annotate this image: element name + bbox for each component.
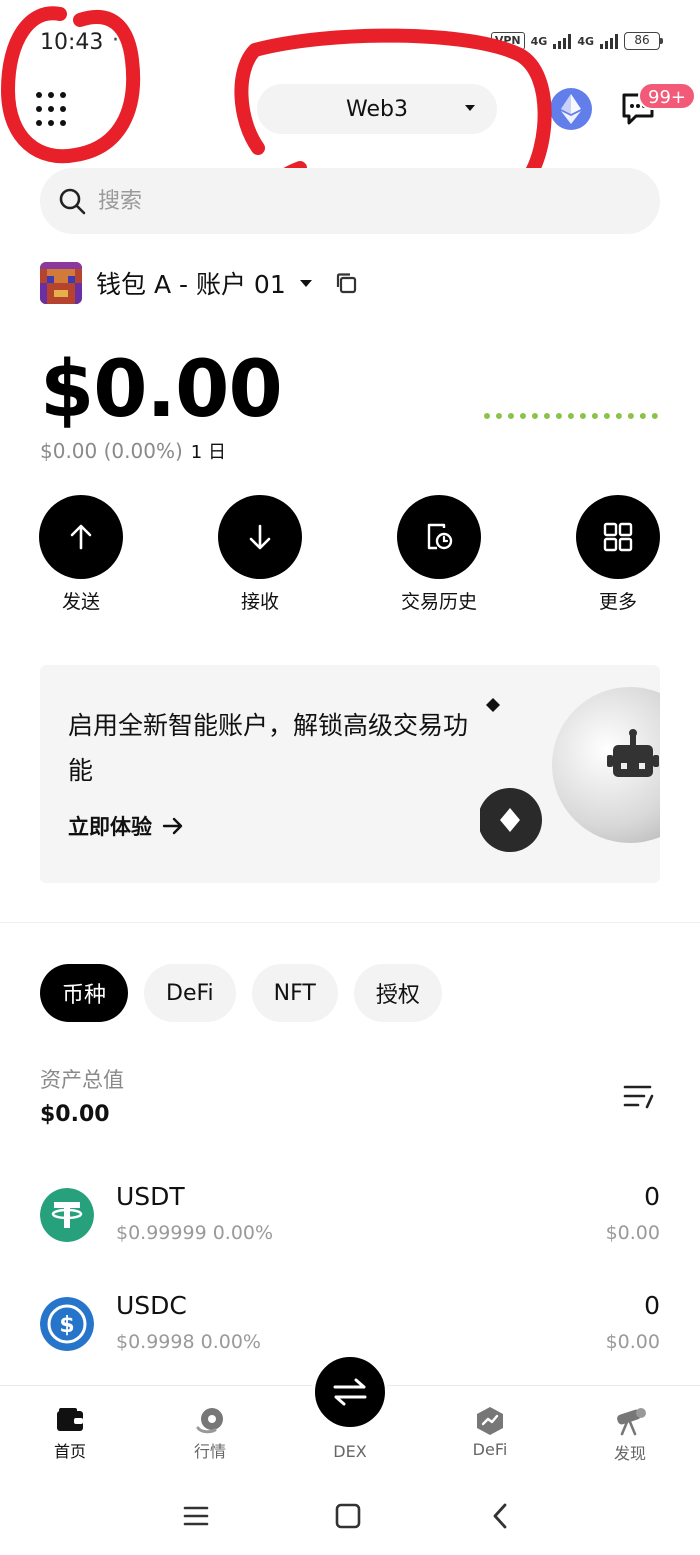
- status-indicators: VPN 4G 4G 86: [490, 32, 663, 50]
- network-label: Web3: [346, 96, 408, 122]
- receive-label: 接收: [240, 591, 279, 613]
- token-quantity: 0: [644, 1182, 660, 1211]
- recent-apps-button[interactable]: [166, 1498, 226, 1534]
- token-value: $0.00: [605, 1222, 660, 1244]
- tab-nft[interactable]: NFT: [251, 964, 338, 1022]
- arrow-right-icon: [162, 817, 183, 835]
- nav-defi-label: DeFi: [472, 1440, 508, 1459]
- promo-link-label: 立即体验: [68, 815, 152, 839]
- status-more-dots: ···: [112, 28, 136, 53]
- token-symbol: USDC: [116, 1291, 187, 1320]
- telescope-icon: [617, 1408, 646, 1436]
- ethereum-icon[interactable]: [550, 88, 592, 130]
- signal-icon: [600, 33, 618, 49]
- caret-down-icon: [465, 105, 475, 111]
- balance-sparkline: [484, 413, 658, 419]
- nav-market[interactable]: 行情: [160, 1406, 260, 1462]
- nav-market-label: 行情: [193, 1442, 226, 1461]
- menu-lines-icon: [183, 1506, 209, 1526]
- list-item[interactable]: $ USDC $0.9998 0.00% 0 $0.00: [40, 1291, 660, 1361]
- vpn-badge: VPN: [490, 32, 525, 50]
- nav-dex-label: DEX: [333, 1442, 367, 1461]
- swap-icon: [333, 1378, 367, 1406]
- network-type-1: 4G: [530, 34, 548, 48]
- back-system-button[interactable]: [470, 1498, 530, 1534]
- total-assets-value: $0.00: [40, 1102, 110, 1127]
- section-divider: [0, 922, 700, 923]
- usdt-logo-icon: [40, 1188, 94, 1242]
- token-price-change: $0.99999 0.00%: [116, 1222, 274, 1244]
- usdc-logo-icon: $: [40, 1297, 94, 1351]
- history-button[interactable]: 交易历史: [379, 495, 499, 614]
- account-selector[interactable]: 钱包 A - 账户 01: [40, 262, 358, 304]
- grid-icon: [603, 522, 633, 552]
- balance-change: $0.00 (0.00%) 1 日: [40, 438, 226, 464]
- network-switcher[interactable]: Web3: [257, 84, 497, 134]
- total-balance: $0.00: [40, 345, 283, 435]
- nav-discover-label: 发现: [613, 1444, 646, 1463]
- battery-icon: 86: [624, 32, 663, 50]
- home-system-button[interactable]: [318, 1498, 378, 1534]
- apps-grid-icon[interactable]: [32, 88, 76, 132]
- quick-actions: 发送 接收 交易历史 更多: [0, 495, 700, 625]
- copy-icon[interactable]: [334, 271, 358, 295]
- network-type-2: 4G: [577, 34, 594, 48]
- nav-discover[interactable]: 发现: [580, 1406, 680, 1464]
- list-item[interactable]: USDT $0.99999 0.00% 0 $0.00: [40, 1182, 660, 1252]
- caret-down-icon: [299, 279, 312, 287]
- search-bar[interactable]: [40, 168, 660, 234]
- arrow-down-icon: [249, 524, 271, 550]
- send-label: 发送: [61, 591, 100, 613]
- nav-home[interactable]: 首页: [20, 1406, 120, 1462]
- send-button[interactable]: 发送: [21, 495, 141, 614]
- asset-tabs: 币种 DeFi NFT 授权: [40, 964, 442, 1022]
- token-price-change: $0.9998 0.00%: [116, 1331, 261, 1353]
- history-icon: [427, 523, 453, 550]
- market-icon: [196, 1408, 223, 1434]
- notification-badge: 99+: [638, 82, 696, 110]
- svg-text:$: $: [59, 1313, 74, 1338]
- token-quantity: 0: [644, 1291, 660, 1320]
- balance-change-value: $0.00 (0.00%): [40, 439, 183, 463]
- avatar: [40, 262, 82, 304]
- more-label: 更多: [598, 591, 637, 613]
- promo-text: 启用全新智能账户，解锁高级交易功能: [68, 711, 469, 785]
- token-value: $0.00: [605, 1331, 660, 1353]
- tab-approvals[interactable]: 授权: [353, 964, 442, 1022]
- history-label: 交易历史: [400, 591, 477, 613]
- system-nav-bar: [0, 1480, 700, 1550]
- search-input[interactable]: [98, 188, 578, 214]
- receive-button[interactable]: 接收: [200, 495, 320, 614]
- tab-defi[interactable]: DeFi: [144, 964, 236, 1022]
- sort-filter-icon[interactable]: [622, 1082, 656, 1112]
- total-assets-label: 资产总值: [40, 1068, 124, 1092]
- promo-link[interactable]: 立即体验: [68, 811, 184, 841]
- arrow-up-icon: [70, 524, 92, 550]
- nav-home-label: 首页: [53, 1442, 86, 1461]
- smart-account-promo-card[interactable]: 启用全新智能账户，解锁高级交易功能 立即体验: [40, 665, 660, 883]
- search-icon: [59, 188, 86, 215]
- nav-defi[interactable]: DeFi: [440, 1406, 540, 1459]
- account-name: 钱包 A - 账户 01: [96, 270, 286, 299]
- status-time: 10:43: [40, 30, 104, 55]
- signal-icon: [553, 33, 572, 49]
- chevron-left-icon: [493, 1503, 507, 1529]
- balance-period[interactable]: 1 日: [191, 442, 226, 463]
- tab-tokens[interactable]: 币种: [40, 964, 129, 1022]
- defi-icon: [477, 1407, 503, 1435]
- wallet-icon: [57, 1408, 83, 1431]
- dex-swap-button[interactable]: [312, 1354, 388, 1430]
- square-icon: [335, 1503, 361, 1529]
- robot-illustration: [480, 687, 660, 852]
- more-button[interactable]: 更多: [558, 495, 678, 614]
- token-symbol: USDT: [116, 1182, 185, 1211]
